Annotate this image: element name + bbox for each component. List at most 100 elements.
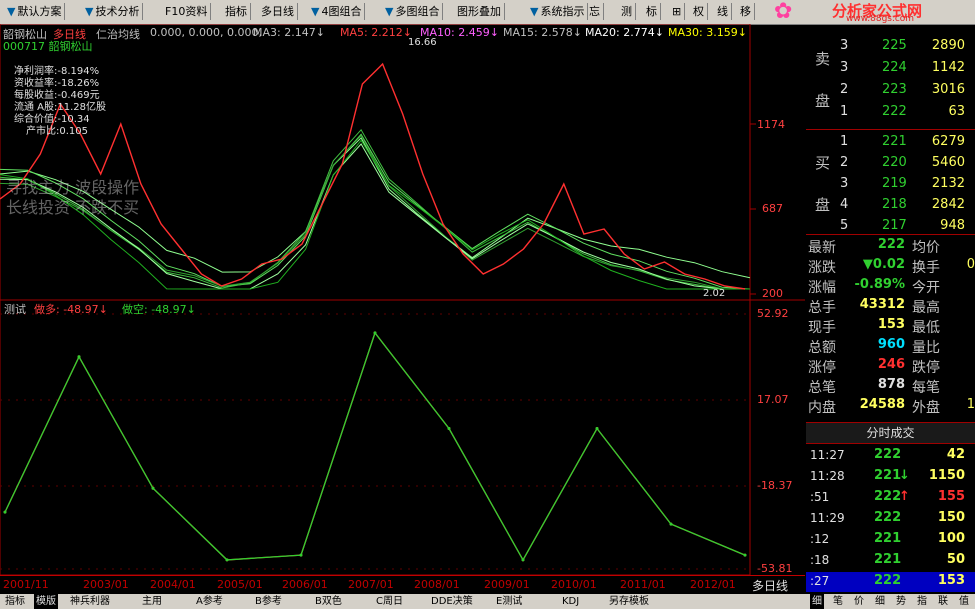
toolbar-button-label: 多图组合: [395, 5, 440, 18]
right-tab-1[interactable]: 笔: [831, 594, 845, 609]
toolbar-button-15[interactable]: 移: [737, 3, 755, 20]
stat-label: 最新: [808, 240, 836, 256]
tick-price: 221: [874, 468, 902, 483]
sell-level: 3: [840, 60, 849, 75]
stat-label: 总手: [808, 300, 836, 316]
sell-volume: 63: [948, 104, 965, 119]
stat-label-2: 跌停: [912, 360, 940, 376]
toolbar-button-label: 图形叠加: [457, 5, 501, 18]
stat-label-2: 最高: [912, 300, 940, 316]
bottom-tab-5[interactable]: B参考: [253, 594, 284, 609]
bottom-tab-8[interactable]: DDE决策: [429, 594, 475, 609]
buy-level: 3: [840, 176, 849, 191]
toolbar-button-6[interactable]: ▼ 多图组合: [382, 3, 444, 20]
buy-level: 4: [840, 197, 849, 212]
tick-price: 221: [874, 552, 902, 567]
tick-row[interactable]: :18 221 50: [806, 551, 975, 571]
stat-label: 涨跌: [808, 260, 836, 276]
tick-row[interactable]: 11:29 222 150: [806, 509, 975, 529]
price-axis-label-top: 1174: [757, 118, 785, 131]
date-tick-1: 2003/01: [83, 578, 129, 591]
sell-price[interactable]: 224: [882, 60, 907, 75]
chart-canvas[interactable]: [0, 24, 805, 575]
sell-level: 3: [840, 38, 849, 53]
date-tick-5: 2007/01: [348, 578, 394, 591]
series-point-1-3: [225, 558, 229, 562]
buy-price[interactable]: 217: [882, 218, 907, 233]
stat-value: 153: [877, 317, 905, 332]
sell-price[interactable]: 222: [882, 104, 907, 119]
toolbar-button-10[interactable]: 测: [618, 3, 636, 20]
right-tab-4[interactable]: 势: [894, 594, 908, 609]
stats-divider: [806, 234, 975, 235]
sell-level: 1: [840, 104, 849, 119]
toolbar-button-12[interactable]: ⊞: [669, 3, 686, 20]
tick-price: 222: [874, 573, 902, 588]
right-tab-2[interactable]: 价: [852, 594, 866, 609]
tick-time: :12: [810, 532, 830, 546]
period-selector[interactable]: 多日线: [752, 577, 788, 594]
tick-row[interactable]: 11:27 222 42: [806, 446, 975, 466]
bottom-tab-2[interactable]: 神兵利器: [68, 594, 112, 609]
right-tab-7[interactable]: 值: [957, 594, 971, 609]
indicator-values: 0.000, 0.000, 0.000,: [150, 26, 262, 39]
toolbar-button-14[interactable]: 线: [714, 3, 732, 20]
stat-label: 涨幅: [808, 280, 836, 296]
main-chart-area[interactable]: 韶钢松山 多日线 仁治均线 0.000, 0.000, 0.000, MA3: …: [0, 24, 805, 585]
sell-volume: 3016: [931, 82, 965, 97]
tick-volume: 50: [946, 552, 965, 567]
bottom-tab-6[interactable]: B双色: [313, 594, 344, 609]
sub-axis-label-3: -18.37: [757, 479, 793, 492]
bottom-tab-4[interactable]: A参考: [194, 594, 225, 609]
tick-row[interactable]: :51 222 ↑ 155: [806, 488, 975, 508]
toolbar-button-3[interactable]: 指标: [222, 3, 251, 20]
sub-axis-label-2: 17.07: [757, 393, 789, 406]
sell-volume: 1142: [931, 60, 965, 75]
bottom-tab-7[interactable]: C周日: [374, 594, 405, 609]
dropdown-arrow-icon: ▼: [85, 5, 94, 18]
tick-row[interactable]: :12 221 100: [806, 530, 975, 550]
toolbar-button-4[interactable]: 多日线: [258, 3, 298, 20]
buy-price[interactable]: 221: [882, 134, 907, 149]
bottom-tab-bar: 指标 模版 神兵利器 主用 A参考 B参考 B双色 C周日 DDE决策 E测试 KDJ 另存模板细笔价…: [0, 594, 975, 609]
bottom-tab-3[interactable]: 主用: [140, 594, 164, 609]
toolbar-button-11[interactable]: 标: [643, 3, 661, 20]
series-point-1-9: [669, 522, 673, 526]
toolbar-button-label: 标: [646, 5, 657, 18]
buy-price[interactable]: 218: [882, 197, 907, 212]
toolbar: ▼ 默认方案 ▼ 技术分析 F10资料 指标 多日线 ▼ 4图组合 ▼ 多图组合 图形叠加 ▼ 系统指示忘…: [0, 0, 975, 25]
price-peak-label: 16.66: [408, 37, 437, 48]
right-tab-0[interactable]: 细: [810, 594, 824, 609]
bottom-tab-1[interactable]: 模版: [34, 594, 58, 609]
right-tab-3[interactable]: 细: [873, 594, 887, 609]
right-tab-5[interactable]: 指: [915, 594, 929, 609]
bottom-tab-9[interactable]: E测试: [494, 594, 524, 609]
ma20-value: MA20: 2.774↓: [585, 26, 664, 39]
tick-volume: 150: [937, 510, 965, 525]
toolbar-button-9[interactable]: 忘: [586, 3, 604, 20]
fund-6: 产市比:0.105: [26, 126, 88, 137]
tick-row[interactable]: :27 222 153: [806, 572, 975, 592]
toolbar-button-8[interactable]: ▼ 系统指示: [527, 3, 589, 20]
toolbar-button-7[interactable]: 图形叠加: [454, 3, 505, 20]
tick-row[interactable]: 11:28 221 ↓ 1150: [806, 467, 975, 487]
bottom-tab-10[interactable]: KDJ: [560, 594, 581, 609]
toolbar-button-13[interactable]: 权: [690, 3, 708, 20]
buy-price[interactable]: 219: [882, 176, 907, 191]
buy-price[interactable]: 220: [882, 155, 907, 170]
series-point-1-6: [447, 427, 451, 430]
bottom-tab-11[interactable]: 另存模板: [607, 594, 651, 609]
sell-price[interactable]: 223: [882, 82, 907, 97]
sub-indicator-name: 测试: [4, 303, 26, 316]
sell-price[interactable]: 225: [882, 38, 907, 53]
toolbar-button-2[interactable]: F10资料: [162, 3, 212, 20]
series-point-1-7: [521, 558, 525, 562]
dropdown-arrow-icon: ▼: [530, 5, 539, 18]
stat-label-2: 今开: [912, 280, 940, 296]
toolbar-button-1[interactable]: ▼ 技术分析: [82, 3, 144, 20]
bottom-tab-0[interactable]: 指标: [3, 594, 27, 609]
toolbar-button-0[interactable]: ▼ 默认方案: [4, 3, 66, 20]
toolbar-button-5[interactable]: ▼ 4图组合: [308, 3, 366, 20]
right-tab-6[interactable]: 联: [936, 594, 950, 609]
toolbar-button-label: 权: [693, 5, 704, 18]
